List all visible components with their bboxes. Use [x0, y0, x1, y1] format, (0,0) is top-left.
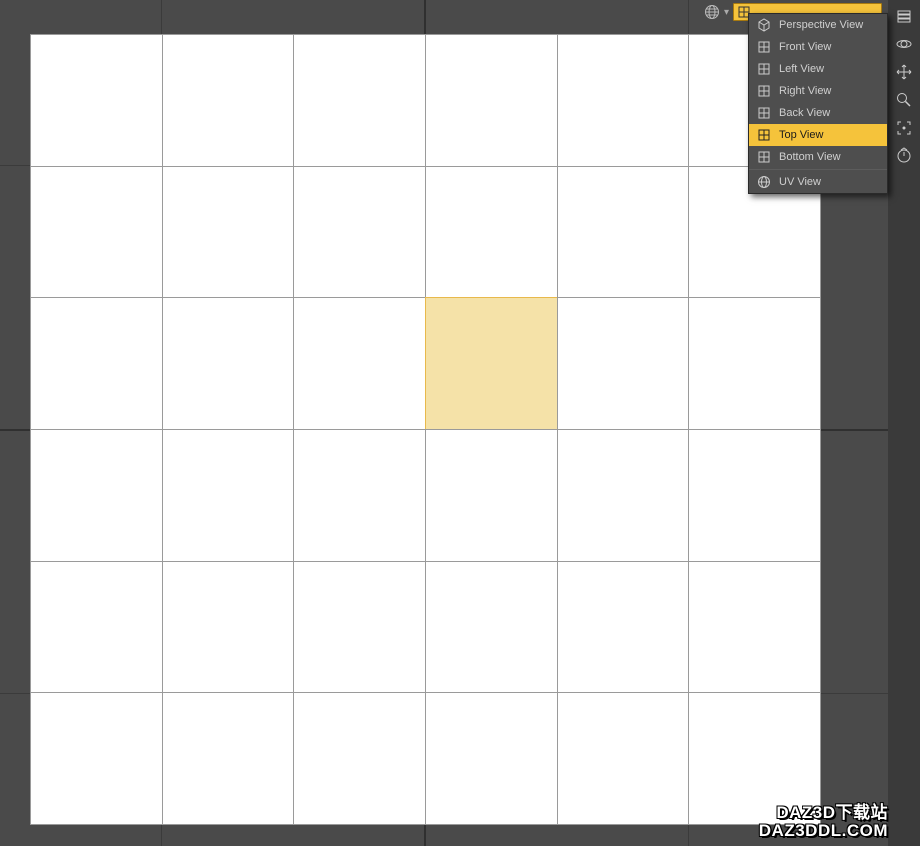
view-menu-item[interactable]: Left View [749, 58, 887, 80]
plane-cell[interactable] [293, 429, 426, 562]
plane-cell[interactable] [425, 429, 558, 562]
view-menu-item-label: Front View [779, 41, 831, 53]
plane-cell[interactable] [293, 561, 426, 694]
plane-cell[interactable] [557, 561, 690, 694]
plane-cell[interactable] [30, 561, 163, 694]
plane-cell[interactable] [557, 166, 690, 299]
view-menu-item[interactable]: Front View [749, 36, 887, 58]
globe-icon[interactable] [702, 2, 722, 22]
view-menu-item-label: Left View [779, 63, 824, 75]
plane-cell[interactable] [162, 561, 295, 694]
plane-cell[interactable] [293, 34, 426, 167]
zoom-icon[interactable] [892, 88, 916, 112]
plane-cell[interactable] [293, 692, 426, 825]
view-menu-item[interactable]: Back View [749, 102, 887, 124]
plane-cell[interactable] [557, 34, 690, 167]
pan-icon[interactable] [892, 60, 916, 84]
plane-cell[interactable] [162, 166, 295, 299]
watermark-line2: DAZ3DDL.COM [759, 822, 888, 840]
plane-cell[interactable] [688, 429, 821, 562]
plane-cell[interactable] [425, 34, 558, 167]
plane-cell[interactable] [162, 34, 295, 167]
menu-separator [749, 169, 887, 170]
plane-cell[interactable] [30, 166, 163, 299]
ground-plane[interactable] [30, 34, 820, 824]
plane-cell[interactable] [293, 166, 426, 299]
plane-cell[interactable] [557, 297, 690, 430]
watermark: DAZ3D下载站 DAZ3DDL.COM [759, 804, 888, 840]
viewport-tool-strip [888, 0, 920, 846]
plane-cell[interactable] [162, 297, 295, 430]
view-menu-item[interactable]: UV View [749, 171, 887, 193]
plane-cell[interactable] [425, 692, 558, 825]
frame-icon[interactable] [892, 116, 916, 140]
view-menu-item-label: Back View [779, 107, 830, 119]
orbit-icon[interactable] [892, 32, 916, 56]
view-menu-item[interactable]: Perspective View [749, 14, 887, 36]
plane-cell[interactable] [30, 297, 163, 430]
plane-cell[interactable] [162, 692, 295, 825]
view-menu-item[interactable]: Top View [749, 124, 887, 146]
viewport-3d[interactable]: ▾ Perspective View Front View Left View Rig… [0, 0, 920, 846]
plane-cell[interactable] [30, 34, 163, 167]
plane-cell[interactable] [557, 692, 690, 825]
plane-cell[interactable] [425, 561, 558, 694]
view-menu-item-label: Top View [779, 129, 823, 141]
plane-cell[interactable] [30, 429, 163, 562]
view-menu-item-label: Right View [779, 85, 831, 97]
plane-cell[interactable] [293, 297, 426, 430]
plane-cell[interactable] [688, 297, 821, 430]
plane-cell[interactable] [557, 429, 690, 562]
view-selector-menu[interactable]: Perspective View Front View Left View Right… [748, 13, 888, 194]
plane-cell[interactable] [688, 561, 821, 694]
watermark-line1: DAZ3D下载站 [759, 804, 888, 822]
view-menu-item-label: Bottom View [779, 151, 841, 163]
view-menu-item[interactable]: Right View [749, 80, 887, 102]
view-menu-item-label: Perspective View [779, 19, 863, 31]
view-menu-item[interactable]: Bottom View [749, 146, 887, 168]
plane-cell[interactable] [425, 166, 558, 299]
reset-icon[interactable] [892, 144, 916, 168]
layers-icon[interactable] [892, 4, 916, 28]
caret-down-icon: ▾ [724, 7, 729, 18]
view-menu-item-label: UV View [779, 176, 821, 188]
plane-cell-selected[interactable] [425, 297, 558, 430]
plane-cell[interactable] [30, 692, 163, 825]
plane-cell[interactable] [162, 429, 295, 562]
